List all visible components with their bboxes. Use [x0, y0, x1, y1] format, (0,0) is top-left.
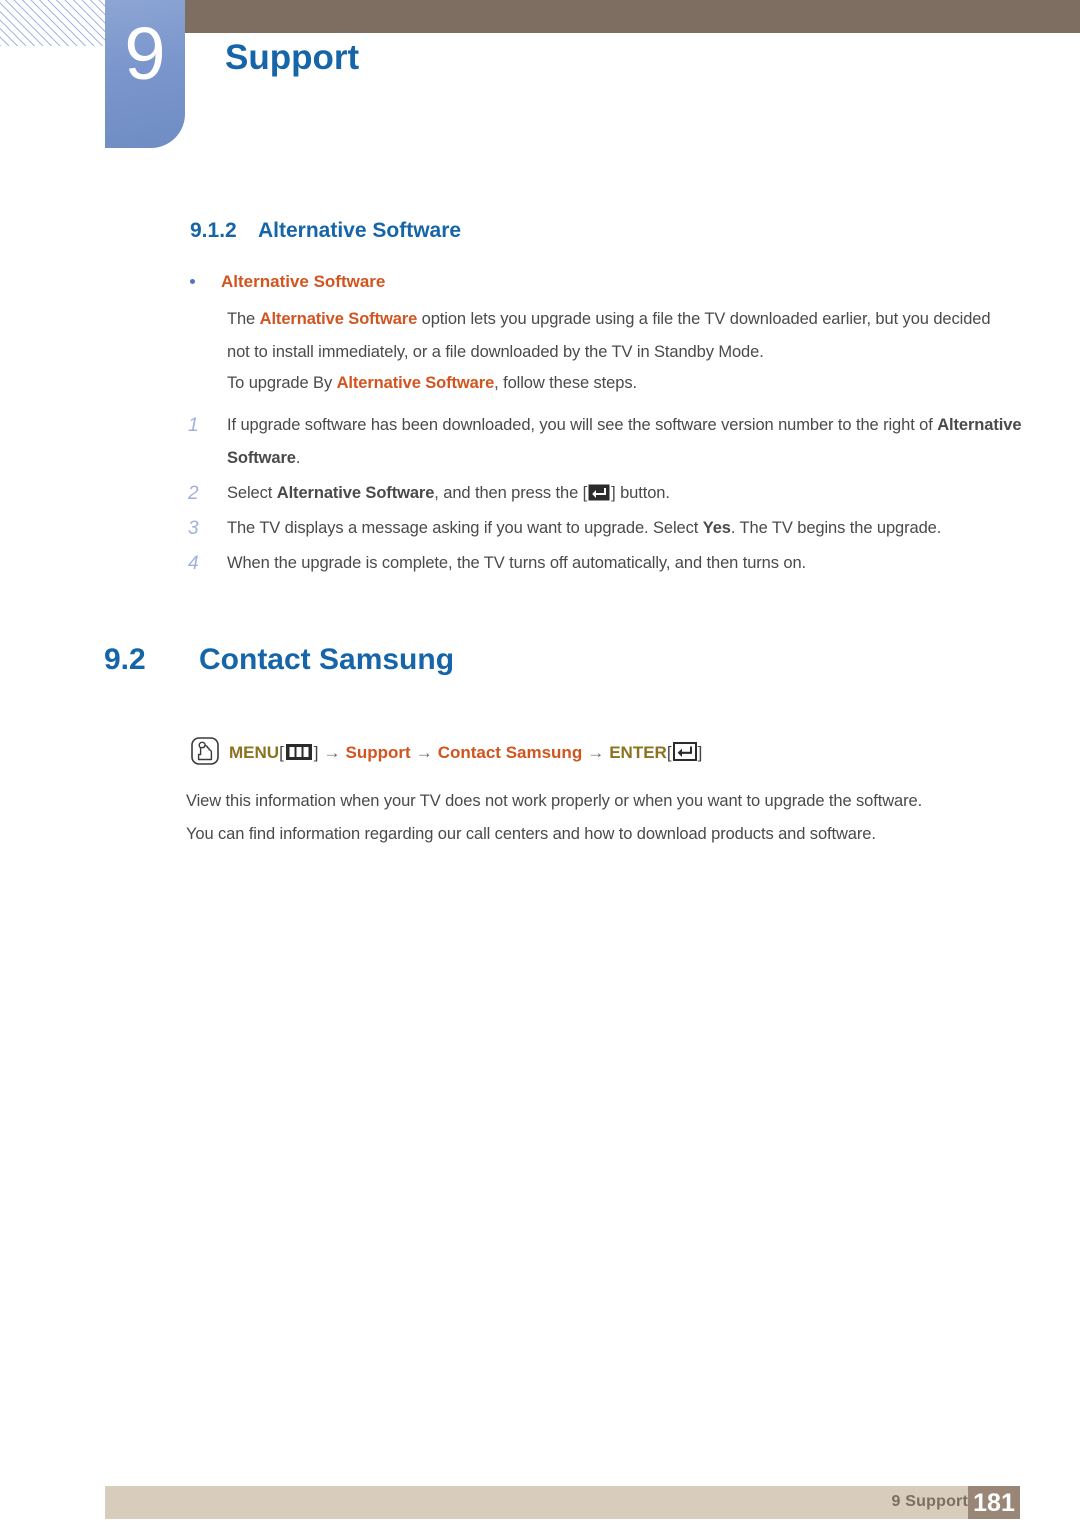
paragraph-call-centers: You can find information regarding our c… — [186, 825, 876, 843]
list-item: 4 When the upgrade is complete, the TV t… — [186, 547, 1026, 580]
step-number: 3 — [188, 518, 199, 539]
section-heading: 9.2 Contact Samsung — [104, 643, 454, 677]
bracket-open: [ — [279, 743, 284, 762]
header-brown-bar — [145, 0, 1080, 33]
bullet-dot-icon — [190, 278, 195, 284]
step1-text-b: . — [295, 449, 301, 467]
steps-list: 1 If upgrade software has been downloade… — [186, 409, 1026, 582]
menu-navigation-path: MENU[] → Support → Contact Samsung → ENTER[] — [190, 736, 702, 768]
hand-press-icon — [190, 736, 220, 766]
paragraph-view-info: View this information when your TV does … — [186, 792, 923, 810]
section-number: 9.2 — [104, 643, 146, 676]
menu-label: MENU — [229, 743, 280, 762]
step-number: 1 — [188, 415, 199, 436]
enter-label: ENTER — [609, 743, 667, 762]
subsection-heading: 9.1.2 Alternative Software — [190, 219, 461, 243]
para1-keyword: Alternative Software — [259, 310, 418, 328]
subsection-title: Alternative Software — [258, 219, 462, 242]
bracket-open-2: [ — [666, 743, 672, 762]
para2-text-a: To upgrade By — [227, 374, 337, 392]
step1-text-a: If upgrade software has been downloaded,… — [227, 416, 938, 434]
bracket-close: ] — [313, 743, 319, 762]
step2-text-a: Select — [227, 484, 277, 502]
step3-keyword: Yes — [702, 519, 731, 537]
step-number: 4 — [188, 553, 199, 574]
enter-button-icon — [672, 741, 697, 761]
para2-text-b: , follow these steps. — [494, 374, 637, 392]
nav-item-contact-samsung: Contact Samsung — [437, 743, 583, 762]
chapter-title: Support — [225, 38, 360, 77]
section-title: Contact Samsung — [199, 643, 455, 676]
decorative-hatch-pattern — [0, 0, 106, 46]
arrow-icon-2: → — [415, 743, 433, 762]
nav-item-support: Support — [345, 743, 411, 762]
step-number: 2 — [188, 483, 199, 504]
para1-text-a: The — [227, 310, 260, 328]
list-item: 2 Select Alternative Software, and then … — [186, 477, 1026, 510]
list-item: 3 The TV displays a message asking if yo… — [186, 512, 1026, 545]
step2-text-c: ] button. — [611, 484, 670, 502]
footer-bar — [105, 1486, 1020, 1519]
list-item: 1 If upgrade software has been downloade… — [186, 409, 1026, 475]
footer-page-number: 181 — [968, 1486, 1020, 1519]
step3-text-b: . The TV begins the upgrade. — [730, 519, 942, 537]
step2-text-b: , and then press the [ — [434, 484, 588, 502]
step3-text-a: The TV displays a message asking if you … — [227, 519, 703, 537]
chapter-tab: 9 — [105, 0, 185, 148]
arrow-icon-1: → — [323, 743, 341, 762]
enter-button-icon — [588, 480, 610, 501]
menu-button-icon — [285, 741, 313, 760]
subsection-number: 9.1.2 — [190, 219, 237, 242]
chapter-number: 9 — [124, 12, 166, 95]
arrow-icon-3: → — [587, 743, 605, 762]
paragraph-upgrade-intro: To upgrade By Alternative Software, foll… — [227, 367, 1017, 400]
bullet-heading: Alternative Software — [190, 272, 385, 292]
bullet-heading-label: Alternative Software — [221, 272, 386, 291]
paragraph-alternative-software-desc: The Alternative Software option lets you… — [227, 303, 1017, 369]
para2-keyword: Alternative Software — [336, 374, 495, 392]
footer-chapter-label: 9 Support — [891, 1493, 968, 1510]
step4-text-a: When the upgrade is complete, the TV tur… — [227, 554, 807, 572]
bracket-close-2: ] — [697, 743, 703, 762]
step2-keyword: Alternative Software — [276, 484, 435, 502]
